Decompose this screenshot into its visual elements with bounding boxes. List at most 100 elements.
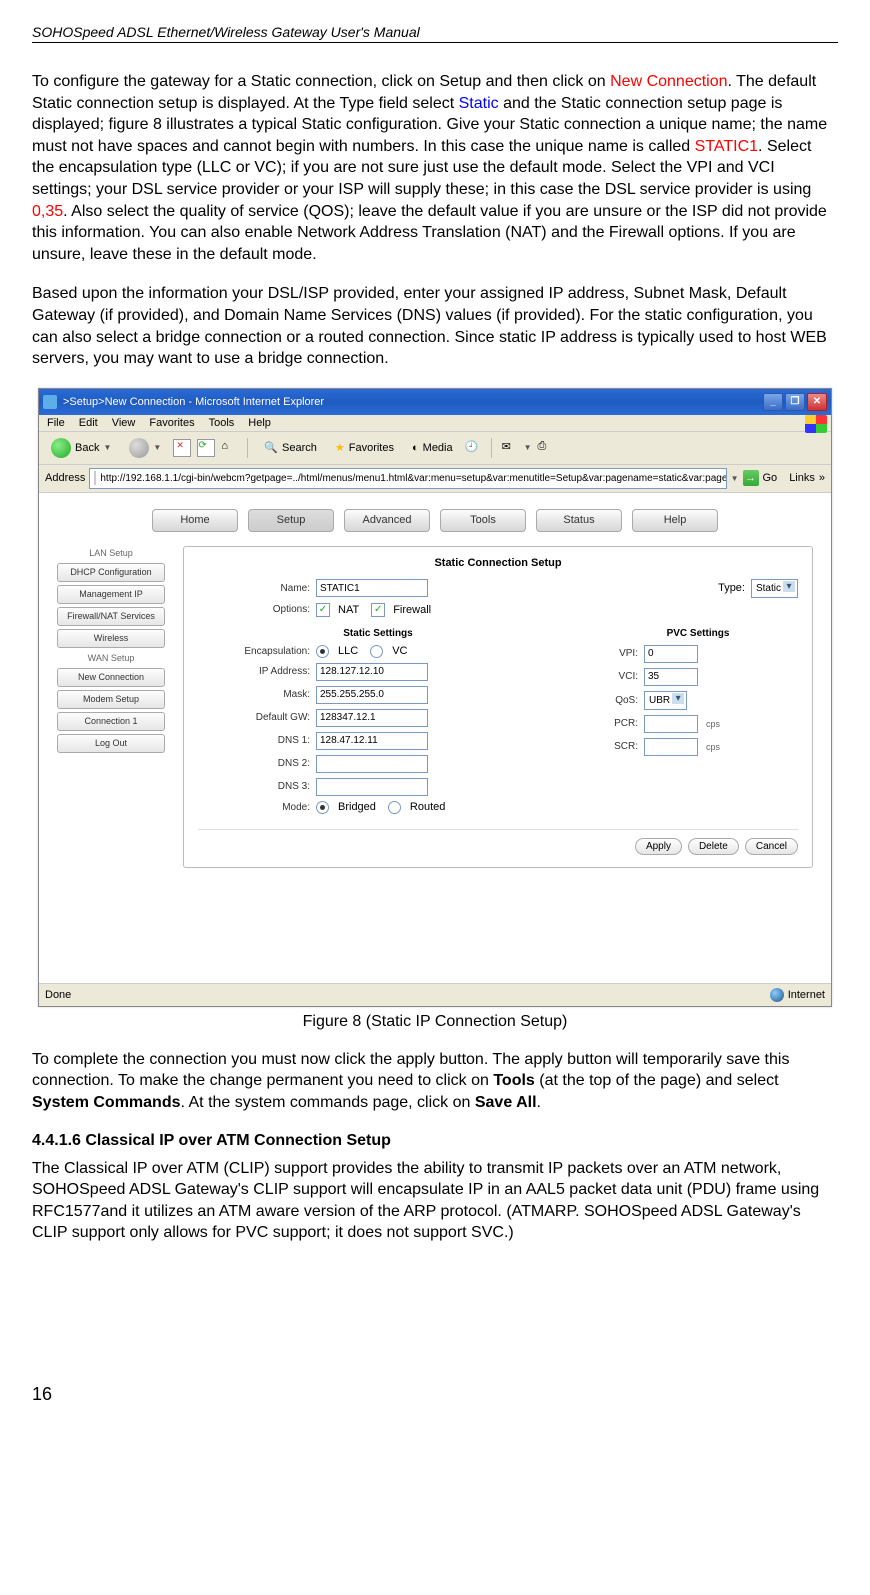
- sidebar-mgmt-ip[interactable]: Management IP: [57, 585, 165, 604]
- vpi-label: VPI:: [598, 648, 638, 659]
- sidebar-firewall-nat[interactable]: Firewall/NAT Services: [57, 607, 165, 626]
- llc-radio[interactable]: [316, 645, 329, 658]
- name-label: Name:: [198, 583, 310, 594]
- vpi-input[interactable]: 0: [644, 645, 698, 663]
- dns3-input[interactable]: [316, 778, 428, 796]
- vc-label: VC: [392, 645, 407, 657]
- maximize-button[interactable]: ❐: [785, 393, 805, 411]
- media-icon: ◐: [412, 442, 419, 454]
- minimize-button[interactable]: _: [763, 393, 783, 411]
- name-input[interactable]: STATIC1: [316, 579, 428, 597]
- nav-help[interactable]: Help: [632, 509, 718, 532]
- links-expand-icon[interactable]: »: [819, 472, 825, 484]
- links-label[interactable]: Links: [789, 472, 815, 484]
- refresh-icon[interactable]: [197, 439, 215, 457]
- encap-label: Encapsulation:: [198, 646, 310, 657]
- toolbar-separator: [247, 438, 248, 458]
- p3-c: . At the system commands page, click on: [181, 1094, 475, 1111]
- menu-favorites[interactable]: Favorites: [149, 417, 194, 429]
- back-button[interactable]: Back ▼: [45, 436, 117, 460]
- back-dropdown-icon[interactable]: ▼: [103, 443, 111, 452]
- window-titlebar: >Setup>New Connection - Microsoft Intern…: [39, 389, 831, 415]
- type-select[interactable]: Static: [751, 579, 798, 598]
- p3-b: (at the top of the page) and select: [535, 1072, 779, 1089]
- favorites-button[interactable]: ★ Favorites: [329, 439, 400, 456]
- stop-icon[interactable]: [173, 439, 191, 457]
- gw-label: Default GW:: [198, 712, 310, 723]
- p1-static1: STATIC1: [695, 138, 758, 155]
- nav-home[interactable]: Home: [152, 509, 238, 532]
- sidebar-dhcp[interactable]: DHCP Configuration: [57, 563, 165, 582]
- url-dropdown-icon[interactable]: ▼: [731, 474, 739, 483]
- windows-logo-icon: [805, 415, 827, 433]
- vc-radio[interactable]: [370, 645, 383, 658]
- address-label: Address: [45, 472, 85, 484]
- panel-title: Static Connection Setup: [198, 557, 798, 569]
- sidebar-connection-1[interactable]: Connection 1: [57, 712, 165, 731]
- print-icon[interactable]: ⎙: [538, 440, 554, 456]
- qos-select[interactable]: UBR: [644, 691, 687, 710]
- nav-setup[interactable]: Setup: [248, 509, 334, 532]
- forward-button[interactable]: ▼: [123, 436, 167, 460]
- mask-input[interactable]: 255.255.255.0: [316, 686, 428, 704]
- dns2-label: DNS 2:: [198, 758, 310, 769]
- sidebar-wireless[interactable]: Wireless: [57, 629, 165, 648]
- delete-button[interactable]: Delete: [688, 838, 739, 855]
- nav-status[interactable]: Status: [536, 509, 622, 532]
- menu-file[interactable]: File: [47, 417, 65, 429]
- figure-caption: Figure 8 (Static IP Connection Setup): [32, 1013, 838, 1031]
- menu-view[interactable]: View: [112, 417, 136, 429]
- internet-zone-icon: [770, 988, 784, 1002]
- history-icon[interactable]: 🕘: [465, 440, 481, 456]
- menu-bar: File Edit View Favorites Tools Help: [39, 415, 831, 432]
- ip-label: IP Address:: [198, 666, 310, 677]
- search-button[interactable]: 🔍 Search: [258, 439, 323, 456]
- dns2-input[interactable]: [316, 755, 428, 773]
- favorites-label: Favorites: [349, 442, 394, 454]
- back-label: Back: [75, 442, 99, 454]
- sidebar-logout[interactable]: Log Out: [57, 734, 165, 753]
- media-button[interactable]: ◐ Media: [406, 440, 459, 456]
- close-button[interactable]: ✕: [807, 393, 827, 411]
- search-label: Search: [282, 442, 317, 454]
- apply-button[interactable]: Apply: [635, 838, 682, 855]
- status-text: Done: [45, 989, 71, 1001]
- menu-help[interactable]: Help: [248, 417, 271, 429]
- bridged-radio[interactable]: [316, 801, 329, 814]
- scr-input[interactable]: [644, 738, 698, 756]
- forward-dropdown-icon[interactable]: ▼: [153, 443, 161, 452]
- sidebar-new-connection[interactable]: New Connection: [57, 668, 165, 687]
- cancel-button[interactable]: Cancel: [745, 838, 798, 855]
- ip-input[interactable]: 128.127.12.10: [316, 663, 428, 681]
- menu-tools[interactable]: Tools: [209, 417, 235, 429]
- routed-radio[interactable]: [388, 801, 401, 814]
- firewall-checkbox[interactable]: ✓: [371, 603, 385, 617]
- document-header: SOHOSpeed ADSL Ethernet/Wireless Gateway…: [32, 24, 838, 43]
- pcr-unit: cps: [706, 719, 720, 729]
- vci-input[interactable]: 35: [644, 668, 698, 686]
- p3-d: .: [537, 1094, 541, 1111]
- dns1-label: DNS 1:: [198, 735, 310, 746]
- scr-unit: cps: [706, 742, 720, 752]
- gw-input[interactable]: 128347.12.1: [316, 709, 428, 727]
- home-icon[interactable]: ⌂: [221, 440, 237, 456]
- nav-advanced[interactable]: Advanced: [344, 509, 430, 532]
- mail-icon[interactable]: ✉: [502, 440, 518, 456]
- nat-checkbox[interactable]: ✓: [316, 603, 330, 617]
- options-label: Options:: [198, 604, 310, 615]
- dns1-input[interactable]: 128.47.12.11: [316, 732, 428, 750]
- p1-new-connection: New Connection: [610, 73, 727, 90]
- status-bar: Done Internet: [39, 983, 831, 1006]
- url-input[interactable]: http://192.168.1.1/cgi-bin/webcm?getpage…: [89, 468, 726, 489]
- menu-edit[interactable]: Edit: [79, 417, 98, 429]
- mail-dropdown-icon[interactable]: ▼: [524, 443, 532, 452]
- nav-tools[interactable]: Tools: [440, 509, 526, 532]
- window-title: >Setup>New Connection - Microsoft Intern…: [63, 396, 324, 408]
- go-button[interactable]: →: [743, 470, 759, 486]
- pvc-settings-heading: PVC Settings: [598, 628, 798, 639]
- scr-label: SCR:: [598, 741, 638, 752]
- page-content: Home Setup Advanced Tools Status Help LA…: [39, 493, 831, 983]
- pcr-input[interactable]: [644, 715, 698, 733]
- favorites-star-icon: ★: [335, 441, 345, 454]
- sidebar-modem-setup[interactable]: Modem Setup: [57, 690, 165, 709]
